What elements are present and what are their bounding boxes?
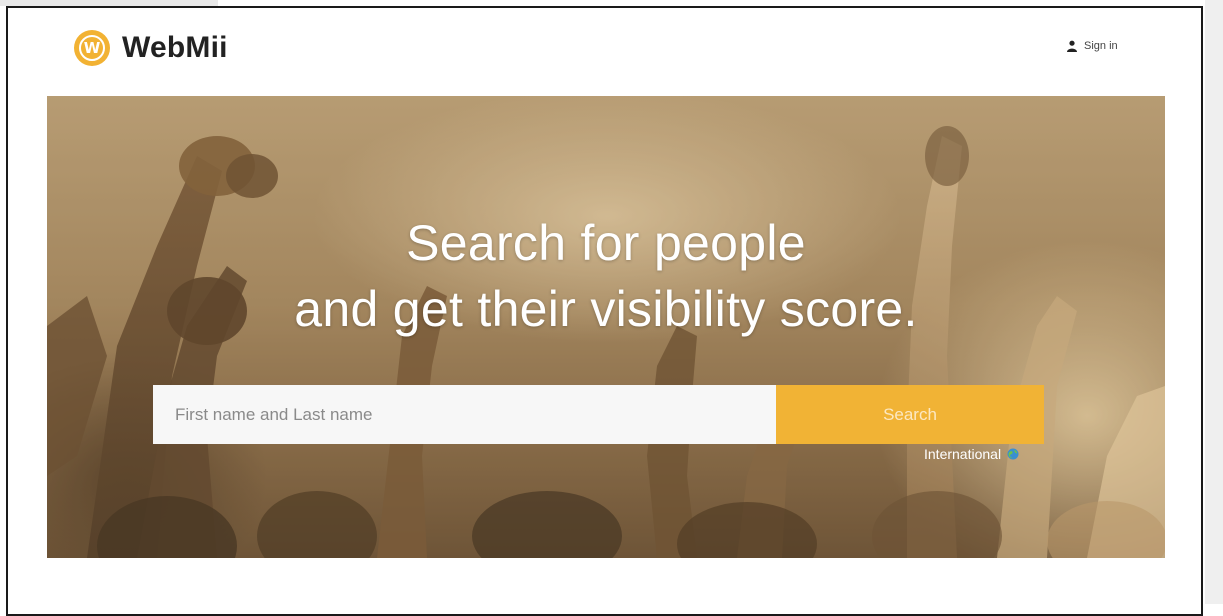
site-header: W WebMii [74,26,228,70]
locale-label: International [924,446,1002,462]
sign-in-link[interactable]: Sign in [1066,40,1118,52]
search-bar: Search [153,385,1044,444]
hero-banner: Search for people and get their visibili… [47,96,1165,558]
hero-headline-line-1: Search for people [406,215,806,271]
page-scrollbar[interactable] [1205,0,1223,604]
sign-in-label: Sign in [1084,40,1118,52]
globe-icon [1007,448,1019,460]
logo-icon[interactable]: W [74,30,110,66]
logo-letter: W [79,35,105,61]
user-icon [1067,40,1077,52]
brand-name[interactable]: WebMii [122,31,228,65]
search-button[interactable]: Search [776,385,1044,444]
name-search-input[interactable] [153,385,776,444]
locale-selector[interactable]: International [924,446,1019,462]
hero-headline-line-2: and get their visibility score. [294,281,918,337]
